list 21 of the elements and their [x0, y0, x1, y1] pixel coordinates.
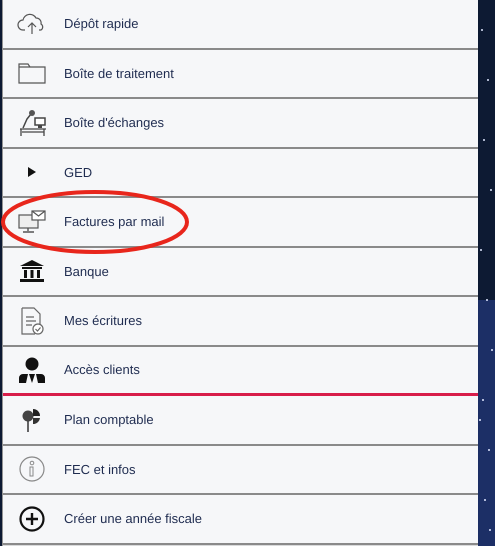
chart-icon	[22, 406, 42, 433]
menu-item[interactable]: Boîte de traitement	[3, 50, 478, 99]
menu-item[interactable]: Plan comptable	[3, 396, 478, 446]
info-icon	[19, 456, 45, 482]
plus-circle-icon	[19, 506, 45, 532]
triangle-icon	[28, 167, 36, 178]
menu-item[interactable]: Accès clients	[3, 346, 478, 396]
desk-icon	[18, 108, 46, 137]
menu-item[interactable]: Dépôt rapide	[3, 0, 478, 50]
menu-item[interactable]: Banque	[3, 248, 478, 297]
people-icon	[18, 356, 46, 383]
menu-item[interactable]: FEC et infos	[3, 446, 478, 495]
document-check-icon	[20, 306, 44, 335]
folder-icon	[18, 62, 46, 84]
menu-item[interactable]: Factures par mail	[3, 198, 478, 248]
menu-item[interactable]: Mes écritures	[3, 297, 478, 346]
menu-item[interactable]: Créer une année fiscale	[3, 495, 478, 544]
menu-item[interactable]: Boîte d'échanges	[3, 99, 478, 148]
monitor-mail-icon	[18, 210, 46, 234]
bank-icon	[19, 260, 45, 282]
menu-item[interactable]: GED	[3, 148, 478, 198]
